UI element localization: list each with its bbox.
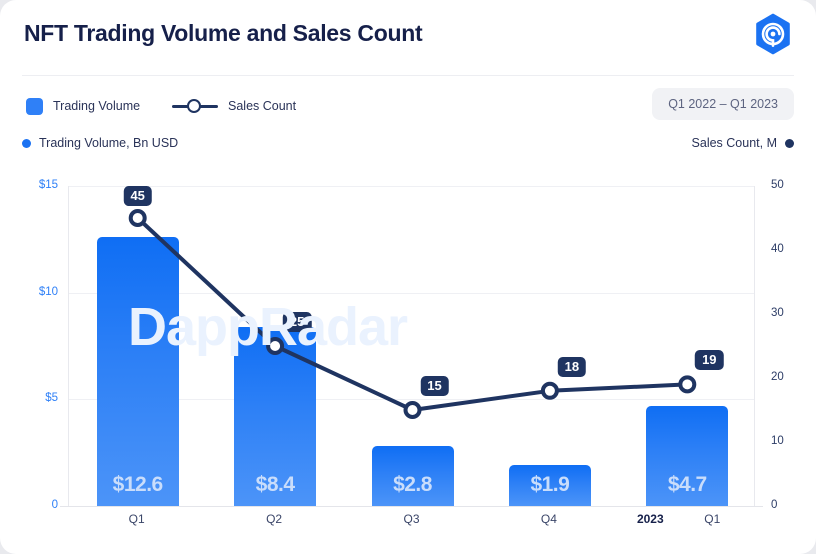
line-point[interactable] xyxy=(680,377,694,391)
card-header: NFT Trading Volume and Sales Count xyxy=(0,0,816,76)
legend-item-sales-count[interactable]: Sales Count xyxy=(172,88,296,124)
right-axis-tick-label: 10 xyxy=(771,435,811,447)
line-point-label: 15 xyxy=(420,376,448,396)
line-point-label: 18 xyxy=(558,357,586,377)
dappradar-logo-icon xyxy=(752,13,794,55)
line-point[interactable] xyxy=(131,211,145,225)
x-axis-tick-label: Q1 xyxy=(92,512,182,526)
legend-label-sales-count: Sales Count xyxy=(228,99,296,113)
right-axis-tick-label: 0 xyxy=(771,499,811,511)
watermark: DappRadar xyxy=(128,296,407,358)
right-axis-tick-label: 40 xyxy=(771,243,811,255)
legend-label-trading-volume: Trading Volume xyxy=(53,99,140,113)
line-point[interactable] xyxy=(543,384,557,398)
left-axis-dot-icon xyxy=(22,139,31,148)
x-axis-tick-label: Q4 xyxy=(504,512,594,526)
right-axis-dot-icon xyxy=(785,139,794,148)
left-axis-title-label: Trading Volume, Bn USD xyxy=(39,136,178,150)
left-axis-tick-label: $5 xyxy=(18,392,58,404)
axis-titles: Trading Volume, Bn USD Sales Count, M xyxy=(0,130,816,156)
line-point-label: 45 xyxy=(123,186,151,206)
legend-swatch-icon xyxy=(26,98,43,115)
line-point-label: 19 xyxy=(695,350,723,370)
page-title: NFT Trading Volume and Sales Count xyxy=(24,20,422,47)
x-axis-baseline xyxy=(60,506,763,507)
legend-item-trading-volume[interactable]: Trading Volume xyxy=(26,88,140,124)
line-point[interactable] xyxy=(406,403,420,417)
left-axis-title: Trading Volume, Bn USD xyxy=(22,130,178,156)
right-axis-tick-label: 30 xyxy=(771,307,811,319)
right-axis-title: Sales Count, M xyxy=(692,130,794,156)
left-axis-tick-label: $10 xyxy=(18,286,58,298)
left-axis-tick-label: $15 xyxy=(18,179,58,191)
left-axis-tick-label: 0 xyxy=(18,499,58,511)
right-axis-tick-label: 50 xyxy=(771,179,811,191)
chart-card: NFT Trading Volume and Sales Count Tradi… xyxy=(0,0,816,554)
right-axis-title-label: Sales Count, M xyxy=(692,136,777,150)
legend-line-marker-icon xyxy=(172,98,218,114)
x-axis-year-label: 2023 xyxy=(605,512,695,526)
x-axis-tick-label: Q3 xyxy=(367,512,457,526)
date-range-pill[interactable]: Q1 2022 – Q1 2023 xyxy=(652,88,794,120)
header-divider xyxy=(22,75,794,76)
right-axis-tick-label: 20 xyxy=(771,371,811,383)
x-axis-tick-label: Q2 xyxy=(229,512,319,526)
